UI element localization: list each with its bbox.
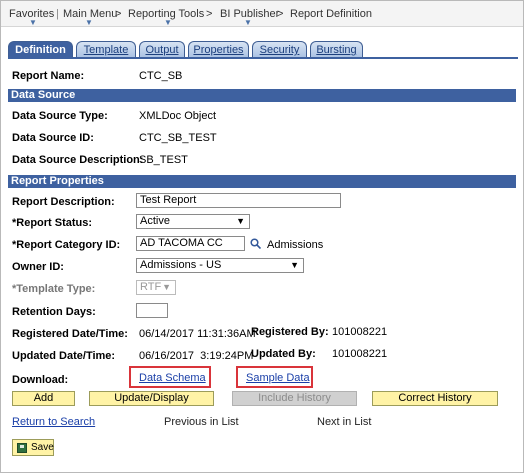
data-source-description-value: SB_TEST [139, 154, 188, 166]
chevron-down-icon: ▼ [236, 216, 245, 226]
tab-security[interactable]: Security [252, 41, 307, 58]
chevron-right-icon: > [206, 8, 213, 20]
data-source-description-label: Data Source Description: [12, 154, 144, 166]
chevron-down-icon: ▼ [290, 260, 299, 270]
download-label: Download: [12, 374, 69, 386]
retention-days-label: Retention Days: [12, 306, 96, 318]
save-button-label: Save [31, 442, 54, 453]
updated-datetime-value: 06/16/2017 3:19:24PM [139, 350, 254, 362]
report-category-label: *Report Category ID: [12, 239, 121, 251]
report-category-input[interactable]: AD TACOMA CC [136, 236, 245, 251]
report-description-input[interactable]: Test Report [136, 193, 341, 208]
page-frame: Favorites | Main Menu > Reporting Tools … [0, 0, 524, 473]
next-in-list-text: Next in List [317, 416, 372, 428]
data-source-header: Data Source [8, 89, 516, 102]
chevron-down-icon: ▼ [162, 282, 171, 292]
template-type-value: RTF [140, 281, 162, 293]
report-name-label: Report Name: [12, 70, 85, 82]
retention-days-input[interactable] [136, 303, 168, 318]
previous-in-list-text: Previous in List [164, 416, 239, 428]
registered-datetime-value: 06/14/2017 11:31:36AM [139, 328, 256, 340]
template-type-label: *Template Type: [12, 283, 96, 295]
data-source-type-label: Data Source Type: [12, 110, 108, 122]
report-category-description: Admissions [267, 239, 324, 251]
tab-properties[interactable]: Properties [188, 41, 249, 58]
save-button[interactable]: Save [12, 439, 54, 456]
sample-data-link[interactable]: Sample Data [246, 372, 310, 384]
data-source-id-value: CTC_SB_TEST [139, 132, 217, 144]
report-name-value: CTC_SB [139, 70, 183, 82]
menu-indicator-icon: ▼ [164, 18, 172, 27]
menu-indicator-icon: ▼ [29, 18, 37, 27]
tab-underline [8, 57, 518, 59]
data-source-id-label: Data Source ID: [12, 132, 94, 144]
include-history-button: Include History [232, 391, 357, 406]
owner-id-select[interactable]: Admissions - US ▼ [136, 258, 304, 273]
add-button[interactable]: Add [12, 391, 75, 406]
template-type-select: RTF ▼ [136, 280, 176, 295]
breadcrumb: Favorites | Main Menu > Reporting Tools … [1, 1, 523, 27]
report-description-label: Report Description: [12, 196, 115, 208]
tab-bursting[interactable]: Bursting [310, 41, 363, 58]
data-schema-link[interactable]: Data Schema [139, 372, 206, 384]
breadcrumb-separator: | [56, 8, 59, 20]
chevron-right-icon: > [277, 8, 284, 20]
report-status-select[interactable]: Active ▼ [136, 214, 250, 229]
report-status-value: Active [140, 215, 170, 227]
registered-datetime-label: Registered Date/Time: [12, 328, 128, 340]
correct-history-button[interactable]: Correct History [372, 391, 498, 406]
tab-template[interactable]: Template [76, 41, 136, 58]
menu-indicator-icon: ▼ [85, 18, 93, 27]
floppy-disk-icon [17, 443, 27, 453]
menu-indicator-icon: ▼ [244, 18, 252, 27]
return-to-search-link[interactable]: Return to Search [12, 416, 95, 428]
breadcrumb-report-definition: Report Definition [290, 8, 372, 20]
report-status-label: *Report Status: [12, 217, 93, 229]
update-display-button[interactable]: Update/Display [89, 391, 214, 406]
owner-id-label: Owner ID: [12, 261, 64, 273]
chevron-right-icon: > [115, 8, 122, 20]
tab-definition[interactable]: Definition [8, 41, 73, 58]
updated-by-value: 101008221 [332, 348, 388, 360]
tab-output[interactable]: Output [139, 41, 185, 58]
report-properties-header: Report Properties [8, 175, 516, 188]
updated-datetime-label: Updated Date/Time: [12, 350, 116, 362]
registered-by-label: Registered By: [251, 326, 329, 338]
magnifier-icon[interactable] [250, 238, 261, 249]
updated-by-label: Updated By: [251, 348, 316, 360]
owner-id-value: Admissions - US [140, 259, 222, 271]
data-source-type-value: XMLDoc Object [139, 110, 217, 122]
registered-by-value: 101008221 [332, 326, 388, 338]
